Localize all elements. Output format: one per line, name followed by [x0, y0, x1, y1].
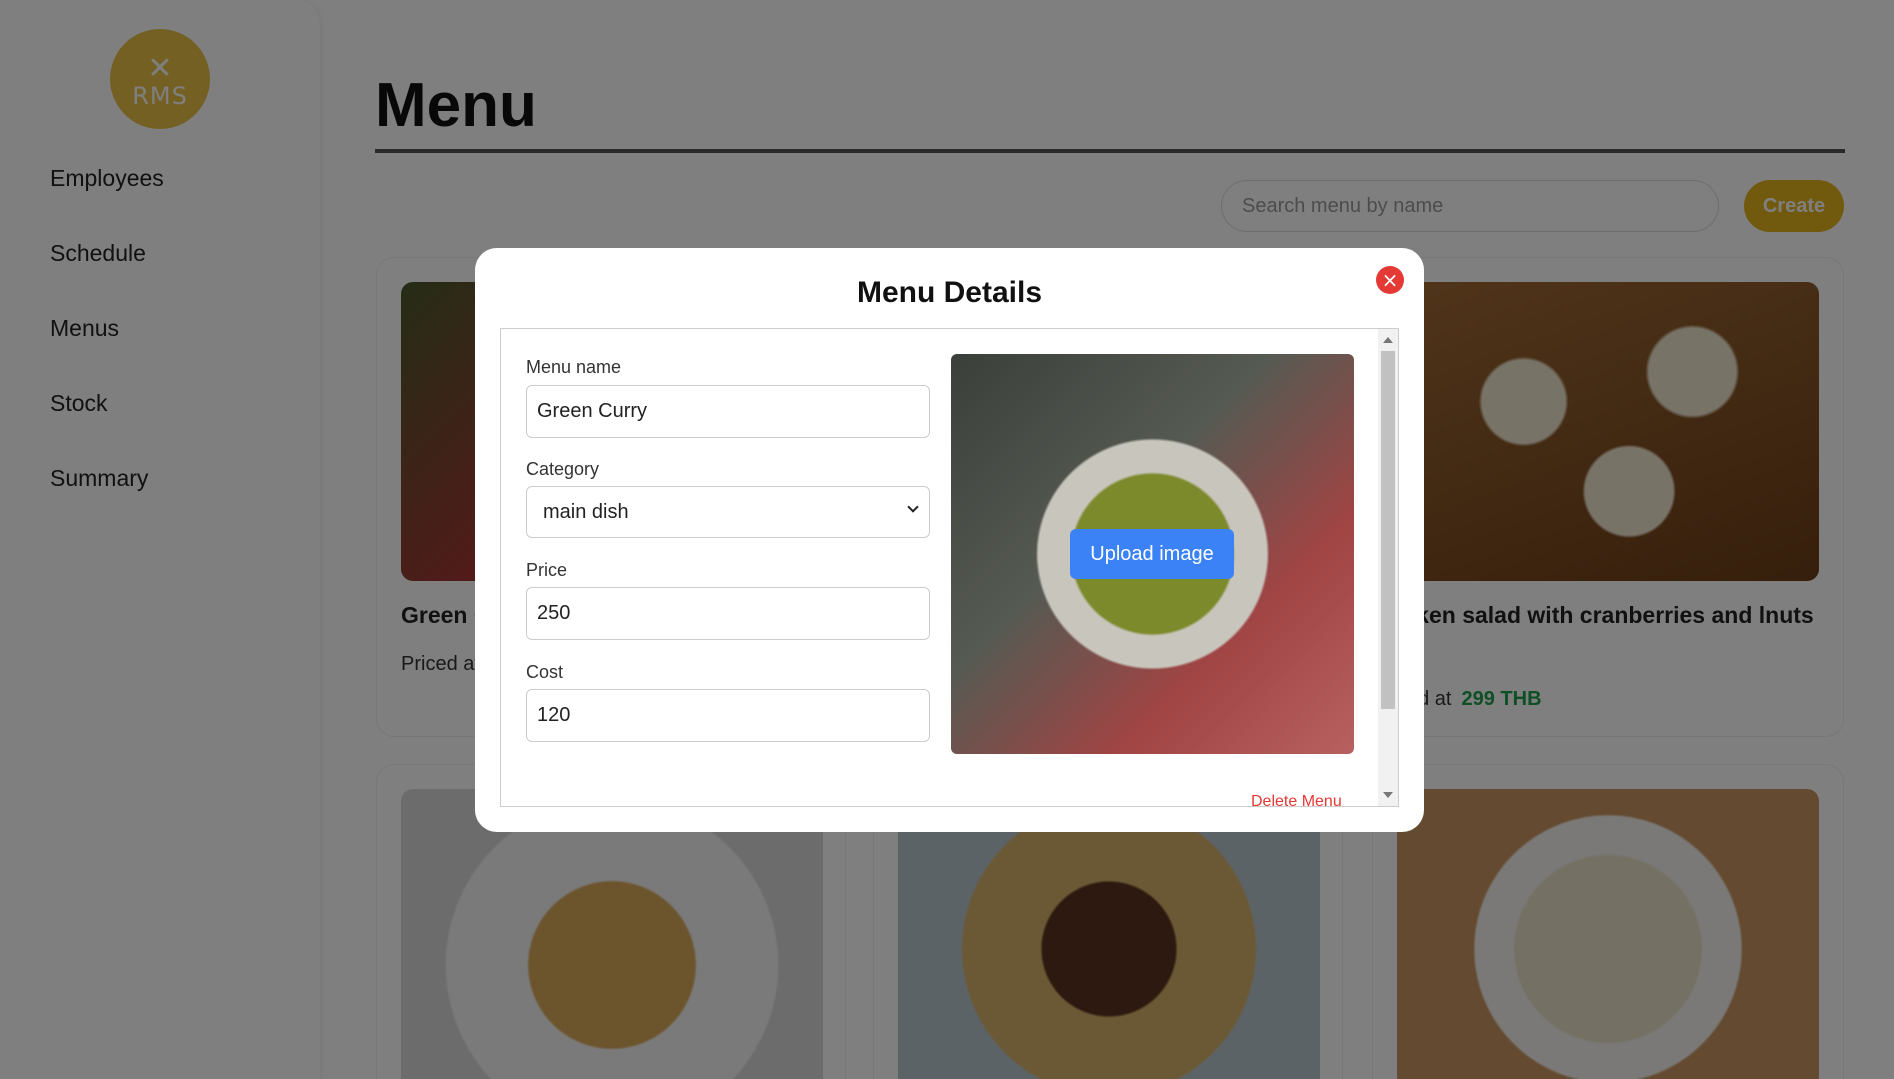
chevron-down-icon: [907, 501, 919, 513]
scrollbar-thumb[interactable]: [1381, 351, 1395, 709]
category-select[interactable]: main dish: [526, 486, 930, 538]
category-label: Category: [526, 459, 600, 479]
menu-name-label: Menu name: [526, 357, 622, 377]
cost-input[interactable]: [526, 689, 930, 742]
modal-title: Menu Details: [856, 276, 1043, 309]
delete-menu-link[interactable]: Delete Menu: [1251, 793, 1342, 806]
price-label: Price: [526, 560, 568, 580]
scroll-down-icon[interactable]: [1383, 792, 1393, 798]
menu-name-input[interactable]: [526, 385, 930, 438]
category-value: main dish: [543, 500, 629, 523]
menu-image-preview: Upload image: [951, 354, 1354, 754]
modal-body: Menu name Category main dish Price Cost …: [500, 328, 1399, 807]
menu-details-modal: Menu Details × Menu name Category main d…: [475, 248, 1424, 832]
modal-scrollbar[interactable]: [1378, 329, 1398, 806]
price-input[interactable]: [526, 587, 930, 640]
close-icon[interactable]: ×: [1376, 266, 1404, 294]
scroll-up-icon[interactable]: [1383, 337, 1393, 343]
cost-label: Cost: [526, 662, 564, 682]
upload-image-button[interactable]: Upload image: [1070, 529, 1234, 579]
